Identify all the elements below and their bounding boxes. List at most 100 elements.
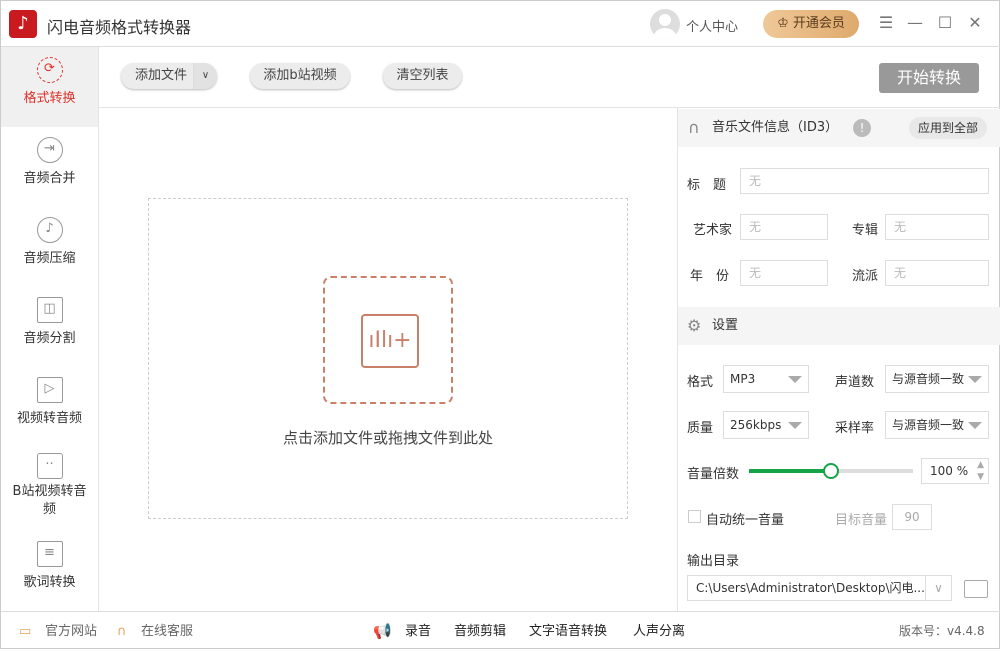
vip-button[interactable]: ♔ 开通会员 [763, 10, 859, 38]
settings-header: ⚙ 设置 [678, 307, 1000, 345]
sidebar-item-video[interactable]: ▷ 视频转音频 [1, 367, 98, 447]
volume-value: 100 [930, 464, 953, 478]
clear-list-button[interactable]: 清空列表 [383, 63, 462, 89]
gear-icon: ⚙ [687, 316, 702, 335]
refresh-icon: ⟳ [36, 57, 63, 83]
target-volume-input[interactable]: 90 [892, 504, 932, 530]
sidebar-label: 音频分割 [23, 331, 76, 346]
headset-icon: ∩ [117, 624, 127, 639]
audio-edit-link[interactable]: 音频剪辑 [454, 612, 506, 651]
sidebar: ⟳ 格式转换 ⇥ 音频合并 ♪ 音频压缩 ◫ 音频分割 ▷ 视频转音频 ·· B站视频转音频… [1, 47, 99, 611]
right-panel: ∩ 音乐文件信息（ID3） ! 应用到全部 标 题 无 艺术家 无 专辑 无 年… [677, 108, 1000, 611]
sidebar-item-format[interactable]: ⟳ 格式转换 [1, 47, 98, 127]
website-link[interactable]: 官方网站 [45, 612, 97, 651]
support-link[interactable]: 在线客服 [141, 612, 193, 651]
start-convert-button[interactable]: 开始转换 [879, 63, 979, 93]
add-file-label: 添加文件 [135, 68, 188, 83]
format-select[interactable]: MP3 [723, 365, 809, 393]
drop-hint: 点击添加文件或拖拽文件到此处 [282, 429, 493, 447]
app-logo-icon: ♪ [9, 10, 37, 38]
sidebar-item-compress[interactable]: ♪ 音频压缩 [1, 207, 98, 287]
sidebar-item-merge[interactable]: ⇥ 音频合并 [1, 127, 98, 207]
drop-zone[interactable]: ıIlı+ 点击添加文件或拖拽文件到此处 [148, 198, 628, 519]
add-file-button[interactable]: 添加文件 ∨ [121, 63, 217, 89]
crown-icon: ♔ [777, 16, 793, 31]
sidebar-label: 歌词转换 [23, 575, 76, 590]
volume-slider[interactable] [749, 463, 913, 479]
tts-link[interactable]: 文字语音转换 [529, 612, 607, 651]
record-link[interactable]: 录音 [405, 612, 431, 651]
vocal-separation-link[interactable]: 人声分离 [633, 612, 685, 651]
title-bar: ♪ 闪电音频格式转换器 个人中心 ♔ 开通会员 ☰ — ☐ ✕ [1, 1, 1000, 47]
id3-header: ∩ 音乐文件信息（ID3） ! 应用到全部 [678, 109, 1000, 147]
sidebar-label: B站视频转音频 [12, 484, 87, 517]
volume-label: 音量倍数 [687, 467, 740, 482]
split-icon: ◫ [36, 297, 63, 323]
year-input[interactable]: 无 [740, 260, 828, 286]
info-icon[interactable]: ! [853, 119, 871, 137]
vip-label: 开通会员 [792, 16, 845, 31]
video-icon: ▷ [36, 377, 63, 403]
audio-add-icon: ıIlı+ [361, 314, 419, 368]
minimize-icon[interactable]: — [905, 13, 925, 33]
folder-icon[interactable] [964, 580, 988, 598]
volume-slider-handle[interactable] [823, 463, 839, 479]
compress-icon: ♪ [36, 217, 63, 243]
merge-icon: ⇥ [36, 137, 63, 163]
sidebar-item-split[interactable]: ◫ 音频分割 [1, 287, 98, 367]
output-path-input[interactable]: C:\Users\Administrator\Desktop\闪电... ∨ [687, 575, 952, 601]
auto-volume-label: 自动统一音量 [706, 513, 785, 528]
sidebar-item-bilibili[interactable]: ·· B站视频转音频 [1, 447, 98, 531]
close-icon[interactable]: ✕ [965, 13, 985, 33]
volume-input[interactable]: 100 % ▲ ▼ [921, 458, 989, 484]
album-input[interactable]: 无 [885, 214, 989, 240]
website-icon: ▭ [19, 624, 32, 639]
output-path: C:\Users\Administrator\Desktop\闪电... [696, 581, 925, 595]
sidebar-label: 音频压缩 [23, 251, 76, 266]
samplerate-label: 采样率 [835, 421, 875, 436]
genre-input[interactable]: 无 [885, 260, 989, 286]
chevron-down-icon[interactable]: ∨ [925, 576, 951, 600]
sidebar-label: 视频转音频 [16, 411, 82, 426]
channels-select[interactable]: 与源音频一致 [885, 365, 989, 393]
spinner-icon[interactable]: ▲ ▼ [977, 459, 984, 483]
headphones-icon: ∩ [688, 118, 700, 137]
format-label: 格式 [687, 375, 714, 390]
chevron-down-icon[interactable]: ∨ [193, 63, 217, 89]
channels-label: 声道数 [835, 375, 875, 390]
auto-volume-checkbox[interactable] [688, 510, 701, 523]
artist-label: 艺术家 [693, 223, 733, 238]
sidebar-label: 格式转换 [23, 91, 76, 106]
add-bilibili-button[interactable]: 添加b站视频 [250, 63, 350, 89]
maximize-icon[interactable]: ☐ [935, 13, 955, 33]
target-volume-label: 目标音量 [835, 513, 888, 528]
status-bar: ▭ 官方网站 ∩ 在线客服 📢 录音 音频剪辑 文字语音转换 人声分离 版本号：… [1, 611, 1000, 650]
app-title: 闪电音频格式转换器 [47, 18, 192, 37]
quality-label: 质量 [687, 421, 714, 436]
add-file-area[interactable]: ıIlı+ [323, 276, 453, 404]
album-label: 专辑 [852, 223, 879, 238]
artist-input[interactable]: 无 [740, 214, 828, 240]
id3-title: 音乐文件信息（ID3） [712, 120, 839, 135]
settings-title: 设置 [712, 318, 739, 333]
megaphone-icon: 📢 [373, 622, 392, 640]
version-label: 版本号：v4.4.8 [899, 624, 985, 638]
samplerate-select[interactable]: 与源音频一致 [885, 411, 989, 439]
bilibili-icon: ·· [36, 453, 63, 479]
year-label: 年 份 [690, 269, 730, 284]
avatar[interactable] [650, 9, 680, 39]
toolbar: 添加文件 ∨ 添加b站视频 清空列表 开始转换 [99, 47, 1000, 108]
sidebar-label: 音频合并 [23, 171, 76, 186]
genre-label: 流派 [852, 269, 879, 284]
sidebar-item-lyrics[interactable]: ≡ 歌词转换 [1, 531, 98, 611]
apply-all-button[interactable]: 应用到全部 [909, 117, 988, 139]
menu-icon[interactable]: ☰ [876, 13, 896, 33]
output-label: 输出目录 [687, 554, 740, 569]
volume-unit: % [956, 464, 969, 478]
volume-slider-fill [749, 469, 831, 473]
title-input[interactable]: 无 [740, 168, 989, 194]
title-label: 标 题 [687, 178, 727, 193]
lyrics-icon: ≡ [36, 541, 63, 567]
quality-select[interactable]: 256kbps [723, 411, 809, 439]
user-center-link[interactable]: 个人中心 [686, 16, 738, 35]
